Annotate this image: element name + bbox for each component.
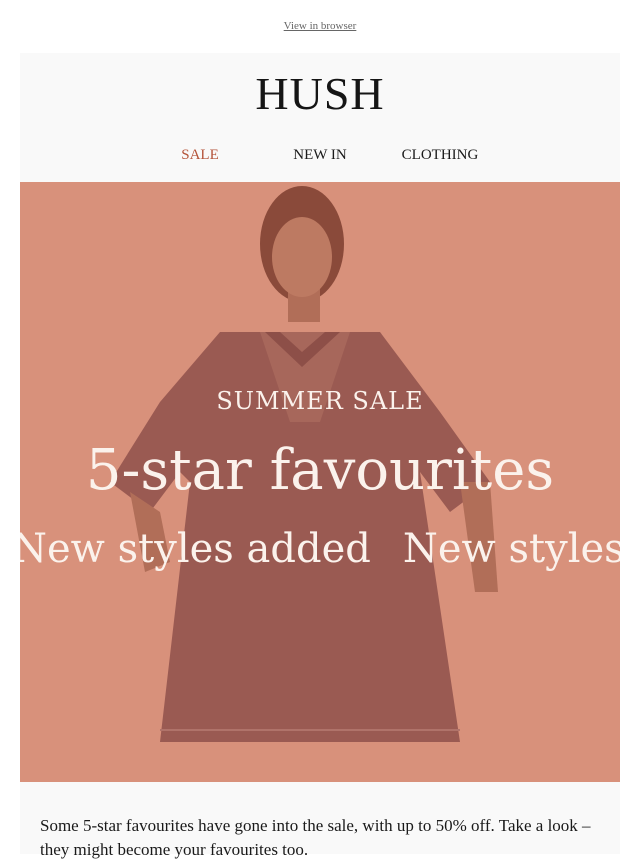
email-card: HUSH SALE NEW IN CLOTHING SUMMER SALE 5-… xyxy=(20,53,620,859)
hero-overline: SUMMER SALE xyxy=(216,387,424,415)
nav-item-new-in[interactable]: NEW IN xyxy=(260,147,380,164)
nav-item-sale[interactable]: SALE xyxy=(140,147,260,164)
main-nav: SALE NEW IN CLOTHING xyxy=(20,147,620,167)
marquee-item: New styles added xyxy=(402,526,620,572)
marquee-item: New styles added xyxy=(20,526,371,572)
hero-marquee: New styles added New styles added xyxy=(20,524,620,574)
hero-banner[interactable]: SUMMER SALE 5-star favourites New styles… xyxy=(20,182,620,782)
intro-paragraph: Some 5-star favourites have gone into th… xyxy=(40,816,591,859)
nav-item-clothing[interactable]: CLOTHING xyxy=(380,147,500,164)
hero-title: 5-star favourites xyxy=(85,438,555,503)
preheader: View in browser xyxy=(0,0,640,53)
view-in-browser-link[interactable]: View in browser xyxy=(0,20,640,32)
brand-logo[interactable]: HUSH xyxy=(20,71,620,117)
